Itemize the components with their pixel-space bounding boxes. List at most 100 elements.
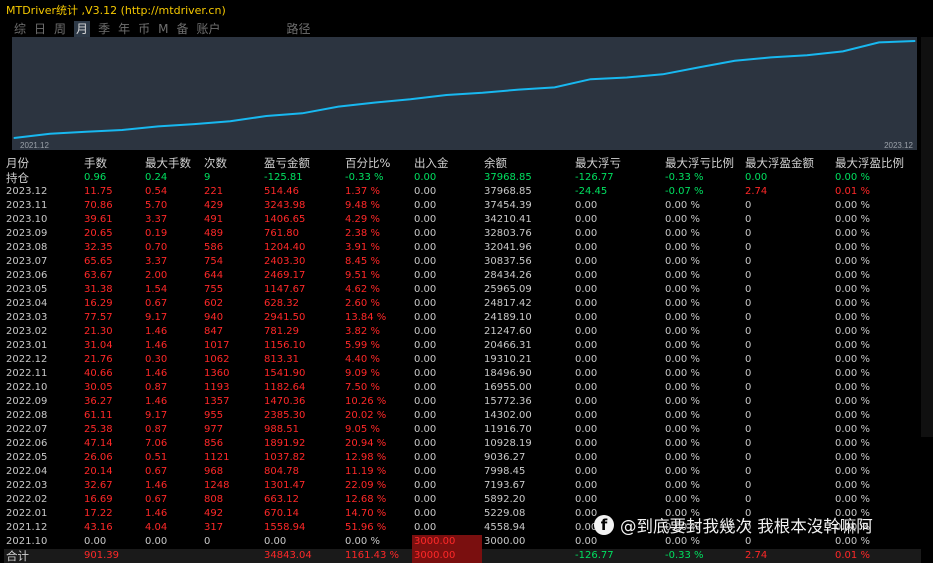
table-row[interactable]: 2022.03 32.67 1.46 1248 1301.47 22.09 % 0.00 71… xyxy=(4,479,921,493)
cell-出入金: 0.00 xyxy=(414,452,437,463)
table-row[interactable]: 2022.09 36.27 1.46 1357 1470.36 10.26 % 0.00 15… xyxy=(4,395,921,409)
cell-出入金: 0.00 xyxy=(414,186,437,197)
cell-最大浮亏比例: 0.00 % xyxy=(665,536,700,547)
cell-百分比%: 4.62 % xyxy=(345,284,380,295)
cell-最大浮亏比例: 0.00 % xyxy=(665,494,700,505)
tab-9[interactable]: 账户 xyxy=(196,21,220,37)
cell-次数: 754 xyxy=(204,256,224,267)
cell-出入金: 0.00 xyxy=(414,270,437,281)
balance-point-2022.02 xyxy=(121,129,123,131)
cell-最大浮盈金额: 0 xyxy=(745,452,752,463)
table-row[interactable]: 2023.05 31.38 1.54 755 1147.67 4.62 % 0.00 2596… xyxy=(4,283,921,297)
cell-最大手数: 0.51 xyxy=(145,452,168,463)
cell-手数: 77.57 xyxy=(84,312,113,323)
table-row[interactable]: 2021.10 0.00 0.00 0 0.00 0.00 % 3000.00 3000.00… xyxy=(4,535,921,549)
cell-手数: 16.29 xyxy=(84,298,113,309)
cell-百分比%: 22.09 % xyxy=(345,480,387,491)
cell-盈亏金额: 1470.36 xyxy=(264,396,306,407)
cell-月份: 2022.08 xyxy=(6,410,48,421)
table-row[interactable]: 2022.11 40.66 1.46 1360 1541.90 9.09 % 0.00 184… xyxy=(4,367,921,381)
cell-余额: 4558.94 xyxy=(484,522,526,533)
table-row[interactable]: 2023.06 63.67 2.00 644 2469.17 9.51 % 0.00 2843… xyxy=(4,269,921,283)
cell-最大浮亏: -126.77 xyxy=(575,172,614,183)
table-row[interactable]: 2022.12 21.76 0.30 1062 813.31 4.40 % 0.00 1931… xyxy=(4,353,921,367)
cell-最大手数: 1.54 xyxy=(145,284,168,295)
table-row[interactable]: 2023.12 11.75 0.54 221 514.46 1.37 % 0.00 37968… xyxy=(4,185,921,199)
cell-百分比%: 20.94 % xyxy=(345,438,387,449)
table-row[interactable]: 2022.06 47.14 7.06 856 1891.92 20.94 % 0.00 109… xyxy=(4,437,921,451)
table-row[interactable]: 2022.05 26.06 0.51 1121 1037.82 12.98 % 0.00 90… xyxy=(4,451,921,465)
cell-手数: 0.00 xyxy=(84,536,107,547)
cell-最大浮亏比例: 0.00 % xyxy=(665,242,700,253)
tab-7[interactable]: M xyxy=(158,21,168,37)
table-row[interactable]: 2023.11 70.86 5.70 429 3243.98 9.48 % 0.00 3745… xyxy=(4,199,921,213)
cell-盈亏金额: 663.12 xyxy=(264,494,299,505)
table-row[interactable]: 2022.10 30.05 0.87 1193 1182.64 7.50 % 0.00 169… xyxy=(4,381,921,395)
cell-最大浮盈金额: 0 xyxy=(745,270,752,281)
tab-10[interactable]: 路径 xyxy=(287,21,311,37)
balance-point-2023.08 xyxy=(770,56,772,59)
cell-月份: 2023.05 xyxy=(6,284,48,295)
cell-最大浮亏: 0.00 xyxy=(575,284,598,295)
cell-出入金: 0.00 xyxy=(414,368,437,379)
cell-出入金: 3000.00 xyxy=(412,535,482,549)
cell-百分比%: 0.00 % xyxy=(345,536,380,547)
tab-6[interactable]: 币 xyxy=(138,21,150,37)
table-row[interactable]: 2023.09 20.65 0.19 489 761.80 2.38 % 0.00 32803… xyxy=(4,227,921,241)
table-row[interactable]: 2023.02 21.30 1.46 847 781.29 3.82 % 0.00 21247… xyxy=(4,325,921,339)
cell-手数: 40.66 xyxy=(84,368,113,379)
cell-出入金: 0.00 xyxy=(414,200,437,211)
cell-余额: 25965.09 xyxy=(484,284,532,295)
header-cell: 最大浮盈金额 xyxy=(745,156,814,170)
cell-盈亏金额: 1406.65 xyxy=(264,214,306,225)
cell-盈亏金额: 670.14 xyxy=(264,508,299,519)
cell-百分比%: 20.02 % xyxy=(345,410,387,421)
total-row[interactable]: 合计 901.39 34843.04 1161.43 % 3000.00 -126.77 -… xyxy=(4,549,921,563)
cell-最大浮盈比例: 0.00 % xyxy=(835,228,870,239)
tab-2[interactable]: 周 xyxy=(54,21,66,37)
cell-最大浮盈比例: 0.00 % xyxy=(835,452,870,463)
cell-盈亏金额: -125.81 xyxy=(264,172,303,183)
table-row[interactable]: 2022.07 25.38 0.87 977 988.51 9.05 % 0.00 11916… xyxy=(4,423,921,437)
cell-余额: 32041.96 xyxy=(484,242,532,253)
table-row[interactable]: 2022.02 16.69 0.67 808 663.12 12.68 % 0.00 5892… xyxy=(4,493,921,507)
balance-chart: 2021.12 2023.12 xyxy=(12,37,917,150)
holding-row[interactable]: 持仓 0.96 0.24 9 -125.81 -0.33 % 0.00 37968.85 -12… xyxy=(4,171,921,185)
table-row[interactable]: 2023.07 65.65 3.37 754 2403.30 8.45 % 0.00 3083… xyxy=(4,255,921,269)
cell-百分比%: 13.84 % xyxy=(345,312,387,323)
cell-出入金: 0.00 xyxy=(414,410,437,421)
tab-5[interactable]: 年 xyxy=(118,21,130,37)
cell-最大手数: 1.46 xyxy=(145,396,168,407)
tab-3[interactable]: 月 xyxy=(74,21,91,37)
table-row[interactable]: 2022.04 20.14 0.67 968 804.78 11.19 % 0.00 7998… xyxy=(4,465,921,479)
cell-出入金: 0.00 xyxy=(414,340,437,351)
cell-月份: 2022.04 xyxy=(6,466,48,477)
vertical-scrollbar[interactable] xyxy=(921,37,933,437)
header-cell: 盈亏金额 xyxy=(264,156,310,170)
cell-手数: 16.69 xyxy=(84,494,113,505)
table-row[interactable]: 2023.10 39.61 3.37 491 1406.65 4.29 % 0.00 3421… xyxy=(4,213,921,227)
cell-最大手数: 0.24 xyxy=(145,172,168,183)
cell-手数: 32.67 xyxy=(84,480,113,491)
tab-1[interactable]: 日 xyxy=(34,21,46,37)
cell-盈亏金额: 1156.10 xyxy=(264,340,306,351)
cell-最大手数: 7.06 xyxy=(145,438,168,449)
tab-4[interactable]: 季 xyxy=(98,21,110,37)
balance-point-2023.09 xyxy=(806,54,808,56)
cell-月份: 2023.02 xyxy=(6,326,48,337)
table-row[interactable]: 2023.04 16.29 0.67 602 628.32 2.60 % 0.00 24817… xyxy=(4,297,921,311)
tab-8[interactable]: 备 xyxy=(176,21,188,37)
cell-出入金: 0.00 xyxy=(414,424,437,435)
cell-最大浮盈金额: 0 xyxy=(745,466,752,477)
cell-次数: 492 xyxy=(204,508,224,519)
table-row[interactable]: 2022.08 61.11 9.17 955 2385.30 20.02 % 0.00 143… xyxy=(4,409,921,423)
header-cell: 出入金 xyxy=(414,156,449,170)
table-row[interactable]: 2023.08 32.35 0.70 586 1204.40 3.91 % 0.00 3204… xyxy=(4,241,921,255)
cell-最大浮亏比例: -0.33 % xyxy=(665,172,704,183)
cell-最大浮盈比例: 0.00 % xyxy=(835,298,870,309)
tab-0[interactable]: 综 xyxy=(14,21,26,37)
cell-手数: 30.05 xyxy=(84,382,113,393)
table-row[interactable]: 2023.01 31.04 1.46 1017 1156.10 5.99 % 0.00 204… xyxy=(4,339,921,353)
cell-最大浮盈金额: 0 xyxy=(745,200,752,211)
table-row[interactable]: 2023.03 77.57 9.17 940 2941.50 13.84 % 0.00 241… xyxy=(4,311,921,325)
